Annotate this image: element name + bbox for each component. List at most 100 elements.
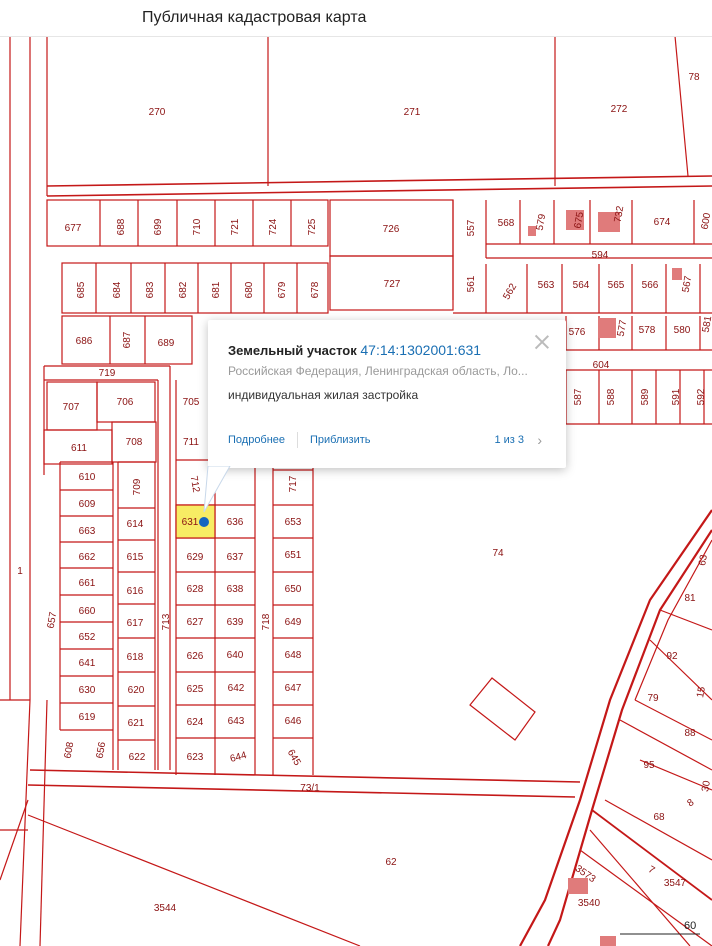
parcel-label: 617: [127, 618, 144, 629]
parcel-label: 567: [681, 275, 695, 294]
parcel-label: 594: [592, 250, 609, 261]
parcel-label: 725: [307, 218, 318, 235]
parcel-label: 727: [384, 279, 401, 290]
parcel-label: 577: [616, 319, 630, 338]
parcel-label: 611: [71, 443, 87, 454]
parcel-label: 88: [684, 728, 696, 739]
parcel-label: 576: [569, 327, 586, 338]
parcel-label: 689: [158, 338, 175, 349]
parcel-label: 564: [573, 280, 590, 291]
parcel-label: 566: [642, 280, 659, 291]
parcel-label: 706: [117, 397, 134, 408]
parcel-label: 616: [127, 586, 144, 597]
parcel-label: 721: [230, 218, 241, 235]
parcel-label: 625: [187, 684, 204, 695]
parcel-label: 615: [127, 552, 144, 563]
parcel-label: 81: [684, 593, 696, 604]
parcel-label: 610: [79, 472, 96, 483]
parcel-label: 711: [183, 437, 199, 448]
parcel-label: 68: [653, 812, 665, 823]
parcel-label: 638: [227, 584, 244, 595]
parcel-label: 647: [285, 683, 302, 694]
parcel-label: 7: [646, 864, 657, 877]
chevron-right-icon[interactable]: ›: [537, 432, 542, 448]
parcel-label: 561: [466, 275, 477, 292]
parcel-label: 581: [701, 315, 712, 334]
parcel-label: 637: [227, 552, 244, 563]
parcel-label: 15: [695, 685, 708, 698]
parcel-label: 578: [639, 325, 656, 336]
parcel-label: 653: [285, 517, 302, 528]
link-divider: [297, 432, 298, 448]
close-icon[interactable]: [534, 334, 550, 350]
parcel-label: 679: [277, 281, 288, 298]
cadastral-map[interactable]: 270 271 272 78 677 688 699 710 721 724 725 726 557 56…: [0, 36, 712, 946]
parcel-label: 618: [127, 652, 144, 663]
parcel-label: 719: [99, 368, 116, 379]
parcel-label: 636: [227, 517, 244, 528]
parcel-label: 639: [227, 617, 244, 628]
parcel-label: 79: [647, 693, 659, 704]
parcel-label: 608: [63, 741, 77, 760]
parcel-label: 708: [126, 437, 143, 448]
parcel-label: 624: [187, 717, 204, 728]
parcel-label: 620: [128, 685, 145, 696]
parcel-label: 621: [128, 718, 145, 729]
parcel-label: 592: [696, 388, 707, 405]
parcel-label: 643: [228, 716, 245, 727]
parcel-label: 642: [228, 683, 245, 694]
parcel-label: 629: [187, 552, 204, 563]
parcel-label: 646: [285, 716, 302, 727]
parcel-label: 271: [404, 107, 421, 118]
parcel-label: 628: [187, 584, 204, 595]
parcel-label: 563: [538, 280, 555, 291]
parcel-label: 705: [183, 397, 200, 408]
parcel-label: 644: [229, 750, 248, 765]
parcel-marker: [199, 517, 209, 527]
parcel-label: 78: [688, 72, 700, 83]
parcel-label: 709: [132, 478, 143, 495]
parcel-label: 630: [79, 685, 96, 696]
parcel-label: 270: [149, 107, 166, 118]
parcel-label: 589: [640, 388, 651, 405]
parcel-label: 648: [285, 650, 302, 661]
zoom-link[interactable]: Приблизить: [310, 434, 371, 446]
parcel-label: 3540: [578, 898, 601, 909]
popup-address: Российская Федерация, Ленинградская обла…: [228, 364, 528, 378]
parcel-label: 591: [671, 388, 682, 405]
cadastral-number-link[interactable]: 47:14:1302001:631: [360, 342, 481, 358]
parcel-label: 677: [65, 223, 82, 234]
parcel-label: 681: [211, 281, 222, 298]
scale-bar: 60: [684, 920, 697, 932]
parcel-label: 663: [79, 526, 96, 537]
parcel-label: 609: [79, 499, 96, 510]
parcel-label: 726: [383, 224, 400, 235]
parcel-label: 685: [76, 281, 87, 298]
parcel-label: 587: [573, 388, 584, 405]
popup-object-type: Земельный участок: [228, 343, 357, 358]
parcel-info-popup: Земельный участок 47:14:1302001:631 Росс…: [208, 320, 566, 468]
parcel-label: 707: [63, 402, 80, 413]
parcel-label: 92: [666, 651, 678, 662]
parcel-label: 626: [187, 651, 204, 662]
popup-title: Земельный участок 47:14:1302001:631: [228, 342, 481, 358]
parcel-label: 688: [116, 218, 127, 235]
parcel-label: 713: [161, 613, 172, 630]
parcel-label: 600: [700, 212, 712, 231]
parcel-label: 3547: [664, 878, 687, 889]
details-link[interactable]: Подробнее: [228, 434, 285, 446]
parcel-label: 579: [535, 213, 549, 232]
parcel-label: 686: [76, 336, 93, 347]
parcel-label: 272: [611, 104, 628, 115]
parcel-label: 687: [122, 331, 133, 348]
parcel-label: 651: [285, 550, 302, 561]
parcel-label: 662: [79, 552, 96, 563]
parcel-label: 652: [79, 632, 96, 643]
parcel-label: 3544: [154, 903, 177, 914]
parcel-label: 30: [700, 779, 712, 792]
parcel-label: 62: [385, 857, 397, 868]
parcel-label: 682: [178, 281, 189, 298]
parcel-label: 675: [573, 211, 587, 230]
parcel-label: 717: [288, 475, 299, 492]
parcel-label: 656: [95, 741, 109, 760]
